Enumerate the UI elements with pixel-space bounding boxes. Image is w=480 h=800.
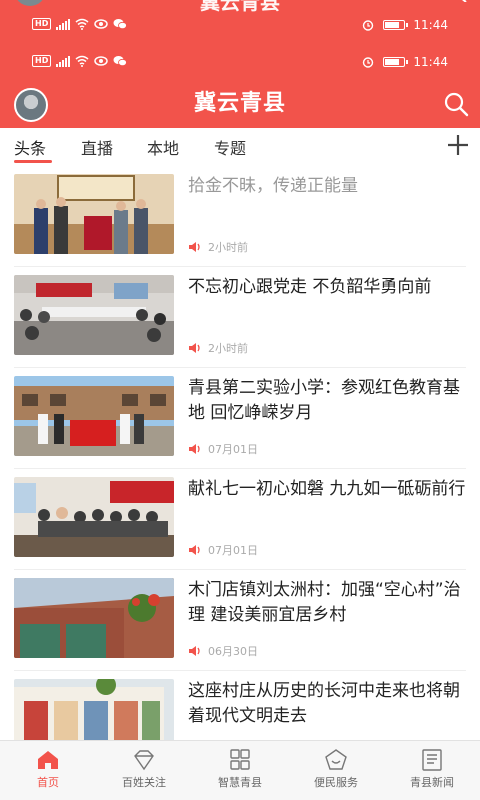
news-meta: 07月01日 [188,441,258,457]
alarm-icon [363,57,374,68]
news-item[interactable]: 青县第二实验小学：参观红色教育基地 回忆峥嵘岁月 07月01日 [14,368,466,469]
news-item[interactable]: 不忘初心跟党走 不负韶华勇向前 2小时前 [14,267,466,368]
active-tab-indicator [14,160,52,163]
news-meta: 07月01日 [188,542,258,558]
status-time: 11:44 [413,55,448,69]
channel-tabs: 头条 直播 本地 专题 [0,128,480,166]
ghost-search-icon [462,0,467,2]
speaker-icon [189,545,200,555]
alarm-icon [363,20,374,31]
news-meta: 2小时前 [188,340,248,356]
news-thumbnail [14,578,174,658]
app-header: 冀云青县 [0,84,480,128]
hd-badge: HD [32,55,52,67]
status-bar: HD 11:44 [0,14,480,38]
hd-badge: HD [32,18,52,30]
nav-convenience-services[interactable]: 便民服务 [288,741,384,800]
ghost-title: 冀云青县 [200,0,280,14]
nav-home[interactable]: 首页 [0,741,96,800]
speaker-icon [189,646,200,656]
diamond-icon [134,750,154,771]
news-thumbnail [14,275,174,355]
tab-headlines[interactable]: 头条 [14,135,46,159]
nav-label: 智慧青县 [218,776,262,789]
newspaper-icon [422,749,442,771]
news-meta: 06月30日 [188,643,258,659]
news-title: 不忘初心跟党走 不负韶华勇向前 [188,277,432,297]
news-item[interactable]: 献礼七一初心如磐 九九如一砥砺前行 07月01日 [14,469,466,570]
news-item[interactable]: 木门店镇刘太洲村：加强“空心村”治理 建设美丽宜居乡村 06月30日 [14,570,466,671]
nav-smart-qingxian[interactable]: 智慧青县 [192,741,288,800]
wechat-icon [113,56,128,67]
news-thumbnail [14,477,174,557]
tab-local[interactable]: 本地 [147,135,179,159]
status-time: 11:44 [413,18,448,32]
speaker-icon [189,343,200,353]
search-icon[interactable] [442,90,470,118]
news-item[interactable]: 这座村庄从历史的长河中走来也将朝着现代文明走去 [14,671,466,740]
nav-label: 首页 [37,776,59,789]
nav-label: 便民服务 [314,776,358,789]
nav-public-concern[interactable]: 百姓关注 [96,741,192,800]
speaker-icon [189,242,200,252]
news-thumbnail [14,174,174,254]
news-title: 拾金不昧，传递正能量 [188,176,358,196]
tab-topics[interactable]: 专题 [214,135,246,159]
signal-icon [56,55,71,67]
news-title: 木门店镇刘太洲村：加强“空心村”治理 建设美丽宜居乡村 [188,580,461,625]
plus-icon[interactable] [444,131,472,159]
bottom-navigation: 首页 百姓关注 智慧青县 便民服务 青县新闻 [0,740,480,800]
news-thumbnail [14,376,174,456]
pentagon-icon [325,749,347,770]
news-feed: 拾金不昧，传递正能量 2小时前 不忘初心跟党走 不负韶华勇向前 2小时前 青县第… [0,166,480,740]
news-meta: 2小时前 [188,239,248,255]
battery-icon [383,57,409,67]
wifi-icon [75,18,89,30]
wifi-icon [75,55,89,67]
news-title: 这座村庄从历史的长河中走来也将朝着现代文明走去 [188,681,460,726]
news-thumbnail [14,679,174,740]
news-title: 青县第二实验小学：参观红色教育基地 回忆峥嵘岁月 [188,378,460,423]
news-time: 2小时前 [208,342,248,355]
battery-icon [383,20,409,30]
news-time: 2小时前 [208,241,248,254]
news-time: 07月01日 [208,544,258,557]
news-title: 献礼七一初心如磐 九九如一砥砺前行 [188,479,466,499]
status-bar-secondary: HD 11:44 [0,51,480,75]
app-title: 冀云青县 [193,91,286,116]
home-icon [38,751,58,769]
wechat-icon [113,19,128,30]
tab-live[interactable]: 直播 [81,135,113,159]
nav-label: 青县新闻 [410,776,454,789]
signal-icon [56,18,71,30]
eye-icon [94,56,109,66]
news-time: 06月30日 [208,645,258,658]
top-red-area: 冀云青县 HD 11:44 HD 11:44 冀云青县 [0,0,480,128]
speaker-icon [189,444,200,454]
nav-qingxian-news[interactable]: 青县新闻 [384,741,480,800]
news-time: 07月01日 [208,443,258,456]
grid-icon [230,749,250,770]
news-item[interactable]: 拾金不昧，传递正能量 2小时前 [14,166,466,267]
nav-label: 百姓关注 [122,776,166,789]
eye-icon [94,19,109,29]
